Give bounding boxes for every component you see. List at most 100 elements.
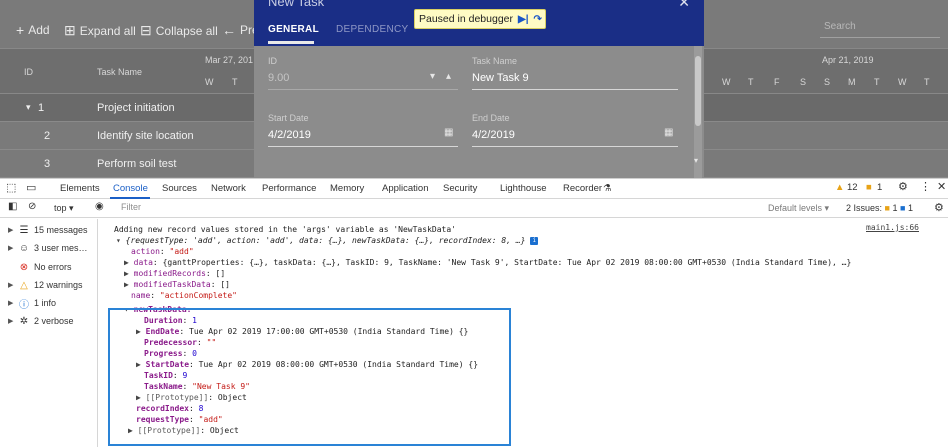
day-letter: T	[748, 77, 754, 87]
task-name-underline	[472, 89, 678, 90]
prop-modified-records[interactable]: ▶ modifiedRecords: []	[124, 268, 225, 279]
clear-console-icon[interactable]: ⊘	[28, 201, 36, 212]
collapse-all-button[interactable]: ⊟ Collapse all	[140, 22, 218, 39]
sidebar-toggle-icon[interactable]: ◧	[8, 201, 17, 212]
add-label: Add	[28, 23, 50, 37]
close-icon[interactable]: ✕	[678, 0, 690, 11]
chevron-right-icon: ▶	[8, 300, 14, 307]
issue-warning-icon: ■	[884, 203, 890, 213]
eye-icon[interactable]: ◉	[95, 201, 104, 212]
row-expander-icon[interactable]: ▾	[26, 102, 31, 113]
search-input[interactable]: Search	[820, 18, 940, 38]
row-id: 2	[44, 130, 51, 142]
sidebar-item-label: 3 user mes…	[34, 243, 88, 253]
prop-data[interactable]: ▶ data: {ganttProperties: {…}, taskData:…	[124, 257, 851, 268]
row-task-name: Perform soil test	[97, 158, 177, 170]
flask-icon: ⚗	[603, 183, 612, 194]
sidebar-item-info[interactable]: ▶ ⓘ 1 info	[8, 296, 57, 311]
sidebar-item-errors[interactable]: ⊗ No errors	[8, 260, 72, 274]
more-options-icon[interactable]: ⋮	[920, 180, 931, 193]
row-task-name: Project initiation	[97, 102, 175, 114]
task-name-label: Task Name	[472, 56, 518, 66]
tab-application[interactable]: Application	[382, 183, 428, 194]
error-icon: ⊗	[19, 261, 29, 273]
errors-count[interactable]: 1	[877, 182, 882, 193]
chevron-right-icon: ▶	[124, 280, 129, 289]
day-letter: W	[722, 77, 731, 87]
sidebar-item-messages[interactable]: ▶ ☰ 15 messages	[8, 223, 88, 237]
object-summary-line[interactable]: ▾ {requestType: 'add', action: 'add', da…	[116, 235, 539, 246]
prop-name: name: "actionComplete"	[131, 291, 237, 300]
start-date-field[interactable]: 4/2/2019	[268, 129, 311, 141]
info-icon: i	[530, 236, 539, 245]
tab-sources[interactable]: Sources	[162, 183, 197, 194]
expand-all-button[interactable]: ⊞ Expand all	[64, 22, 136, 39]
timeline-week-left: Mar 27, 201	[205, 55, 254, 65]
gear-icon[interactable]: ⚙	[934, 201, 944, 214]
gear-icon[interactable]: ⚙	[898, 180, 908, 193]
scroll-down-icon[interactable]: ▾	[694, 156, 698, 165]
device-toolbar-icon[interactable]: ▭	[26, 181, 36, 194]
sidebar-item-user-messages[interactable]: ▶ ☺ 3 user mes…	[8, 241, 88, 255]
tab-recorder[interactable]: Recorder	[563, 183, 602, 194]
tab-network[interactable]: Network	[211, 183, 246, 194]
chevron-down-icon: ▾	[116, 236, 121, 245]
console-filter-bar: ◧ ⊘ top ▾ ◉ Filter Default levels ▾ 2 Is…	[0, 199, 948, 218]
chevron-right-icon: ▶	[8, 318, 14, 325]
day-letter: T	[232, 77, 238, 87]
tab-performance[interactable]: Performance	[262, 183, 316, 194]
day-letter: W	[205, 77, 214, 87]
calendar-icon[interactable]: ▦	[444, 127, 453, 138]
message-icon: ■	[866, 182, 872, 193]
prop-action: action: "add"	[131, 247, 194, 256]
prop-modified-task-data[interactable]: ▶ modifiedTaskData: []	[124, 279, 230, 290]
day-letter: T	[874, 77, 880, 87]
warnings-count[interactable]: 12	[847, 182, 858, 193]
tab-console[interactable]: Console	[113, 183, 148, 194]
chevron-right-icon: ▶	[124, 269, 129, 278]
chevron-right-icon: ▶	[124, 258, 129, 267]
issue-info-icon: ■	[900, 203, 906, 213]
calendar-icon[interactable]: ▦	[664, 127, 673, 138]
log-levels-dropdown[interactable]: Default levels ▾	[768, 203, 829, 214]
sidebar-item-warnings[interactable]: ▶ △ 12 warnings	[8, 278, 83, 292]
day-letter: T	[924, 77, 930, 87]
day-letter: S	[824, 77, 831, 87]
tab-lighthouse[interactable]: Lighthouse	[500, 183, 546, 194]
devtools-tab-bar: ⬚ ▭ Elements Console Sources Network Per…	[0, 179, 948, 199]
column-task-name[interactable]: Task Name	[97, 67, 142, 77]
filter-input[interactable]: Filter	[118, 202, 758, 215]
scrollbar-thumb[interactable]	[695, 56, 701, 126]
step-over-icon[interactable]: ↷	[534, 14, 542, 25]
tab-elements[interactable]: Elements	[60, 183, 100, 194]
tab-security[interactable]: Security	[443, 183, 477, 194]
end-date-underline	[472, 146, 678, 147]
resume-icon[interactable]: ▶|	[518, 14, 529, 25]
sidebar-item-label: 1 info	[34, 298, 57, 308]
id-field[interactable]: 9.00	[268, 72, 289, 84]
day-letter: M	[848, 77, 856, 87]
add-button[interactable]: + Add	[16, 22, 50, 38]
tab-general[interactable]: GENERAL	[268, 24, 319, 35]
spin-down-icon[interactable]: ▾	[430, 71, 435, 82]
context-selector[interactable]: top ▾	[54, 203, 74, 214]
tab-memory[interactable]: Memory	[330, 183, 364, 194]
day-letter: F	[774, 77, 780, 87]
inspect-icon[interactable]: ⬚	[6, 181, 16, 194]
issues-button[interactable]: 2 Issues: ■ 1 ■ 1	[846, 203, 913, 213]
chevron-right-icon: ▶	[8, 245, 14, 252]
end-date-field[interactable]: 4/2/2019	[472, 129, 515, 141]
info-icon: ⓘ	[19, 299, 29, 311]
sidebar-item-verbose[interactable]: ▶ ✲ 2 verbose	[8, 314, 74, 328]
task-name-field[interactable]: New Task 9	[472, 72, 529, 84]
source-link[interactable]: main1.js:66	[866, 223, 919, 232]
collapse-all-label: Collapse all	[155, 23, 218, 38]
close-icon[interactable]: ✕	[937, 180, 946, 193]
tab-dependency[interactable]: DEPENDENCY	[336, 24, 408, 35]
collapse-icon: ⊟	[140, 22, 152, 38]
chevron-down-icon: ▾	[69, 203, 74, 213]
column-id[interactable]: ID	[24, 67, 33, 77]
expand-icon: ⊞	[64, 22, 76, 38]
spin-up-icon[interactable]: ▴	[446, 71, 451, 82]
search-placeholder: Search	[824, 21, 856, 32]
